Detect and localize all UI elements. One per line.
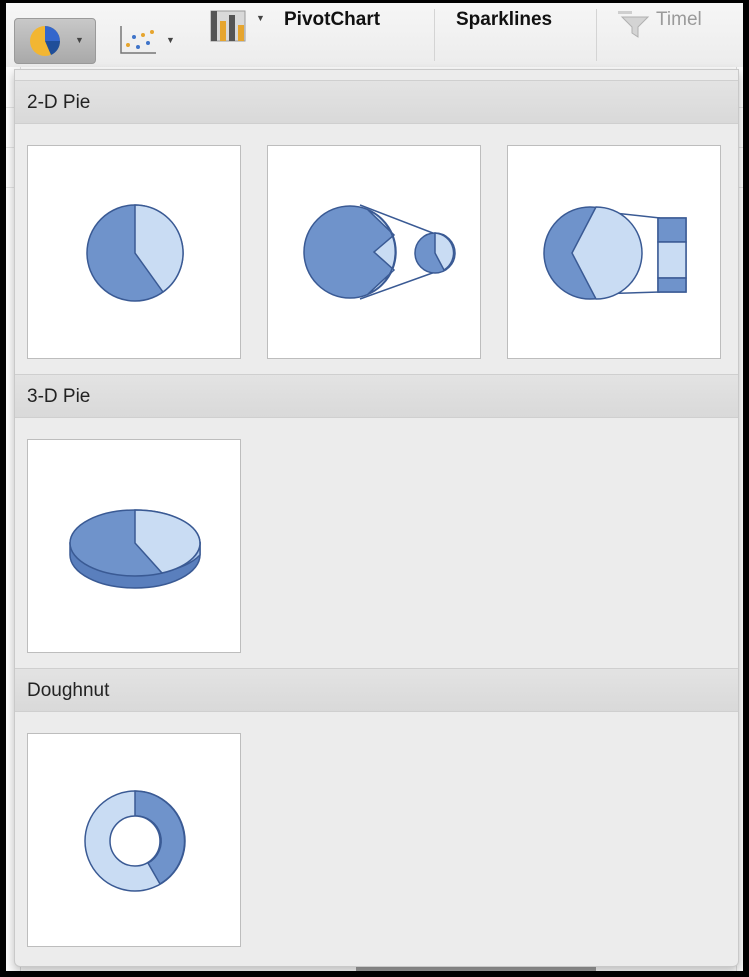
section-header-3d-pie: 3-D Pie [15, 374, 738, 418]
insert-pie-chart-button[interactable]: ▼ [14, 18, 96, 64]
timeline-label: Timel [656, 9, 702, 30]
pie-chart-thumbnail-icon [86, 204, 184, 302]
app-window: ▼ ▼ ▼ PivotChart Sparklines Timel 2-D Pi… [6, 3, 743, 971]
chart-option-3d-pie[interactable] [27, 439, 241, 653]
section-title: Doughnut [27, 680, 110, 701]
ribbon-separator [434, 9, 435, 61]
chevron-down-icon: ▼ [75, 35, 84, 45]
doughnut-thumbnail-icon [84, 790, 186, 892]
ribbon-separator [596, 9, 597, 61]
chart-option-pie[interactable] [27, 145, 241, 359]
pie-chart-icon [30, 26, 61, 56]
bar-of-pie-thumbnail-icon [543, 206, 687, 300]
3d-pie-thumbnail-icon [69, 509, 201, 589]
chart-option-doughnut[interactable] [27, 733, 241, 947]
scatter-chart-icon [120, 26, 156, 54]
sparklines-button[interactable]: Sparklines [446, 3, 586, 59]
section-header-2d-pie: 2-D Pie [15, 80, 738, 124]
pivotchart-button[interactable]: ▼ PivotChart [204, 3, 420, 59]
pie-of-pie-thumbnail-icon [303, 204, 456, 300]
ribbon-toolbar: ▼ ▼ ▼ PivotChart Sparklines Timel [6, 3, 743, 67]
section-title: 2-D Pie [27, 92, 91, 113]
pivotchart-icon [210, 10, 246, 42]
chart-option-pie-of-pie[interactable] [267, 145, 481, 359]
timeline-filter-icon [618, 11, 650, 38]
pivotchart-label: PivotChart [284, 9, 381, 30]
timeline-button[interactable]: Timel [612, 3, 743, 59]
pie-chart-gallery: 2-D Pie 3-D Pie Doughnut [14, 69, 739, 967]
sparklines-label: Sparklines [456, 9, 553, 30]
chevron-down-icon: ▼ [166, 35, 175, 45]
chart-option-bar-of-pie[interactable] [507, 145, 721, 359]
chevron-down-icon: ▼ [256, 13, 265, 23]
section-title: 3-D Pie [27, 386, 91, 407]
insert-scatter-chart-button[interactable]: ▼ [114, 21, 180, 61]
section-header-doughnut: Doughnut [15, 668, 738, 712]
